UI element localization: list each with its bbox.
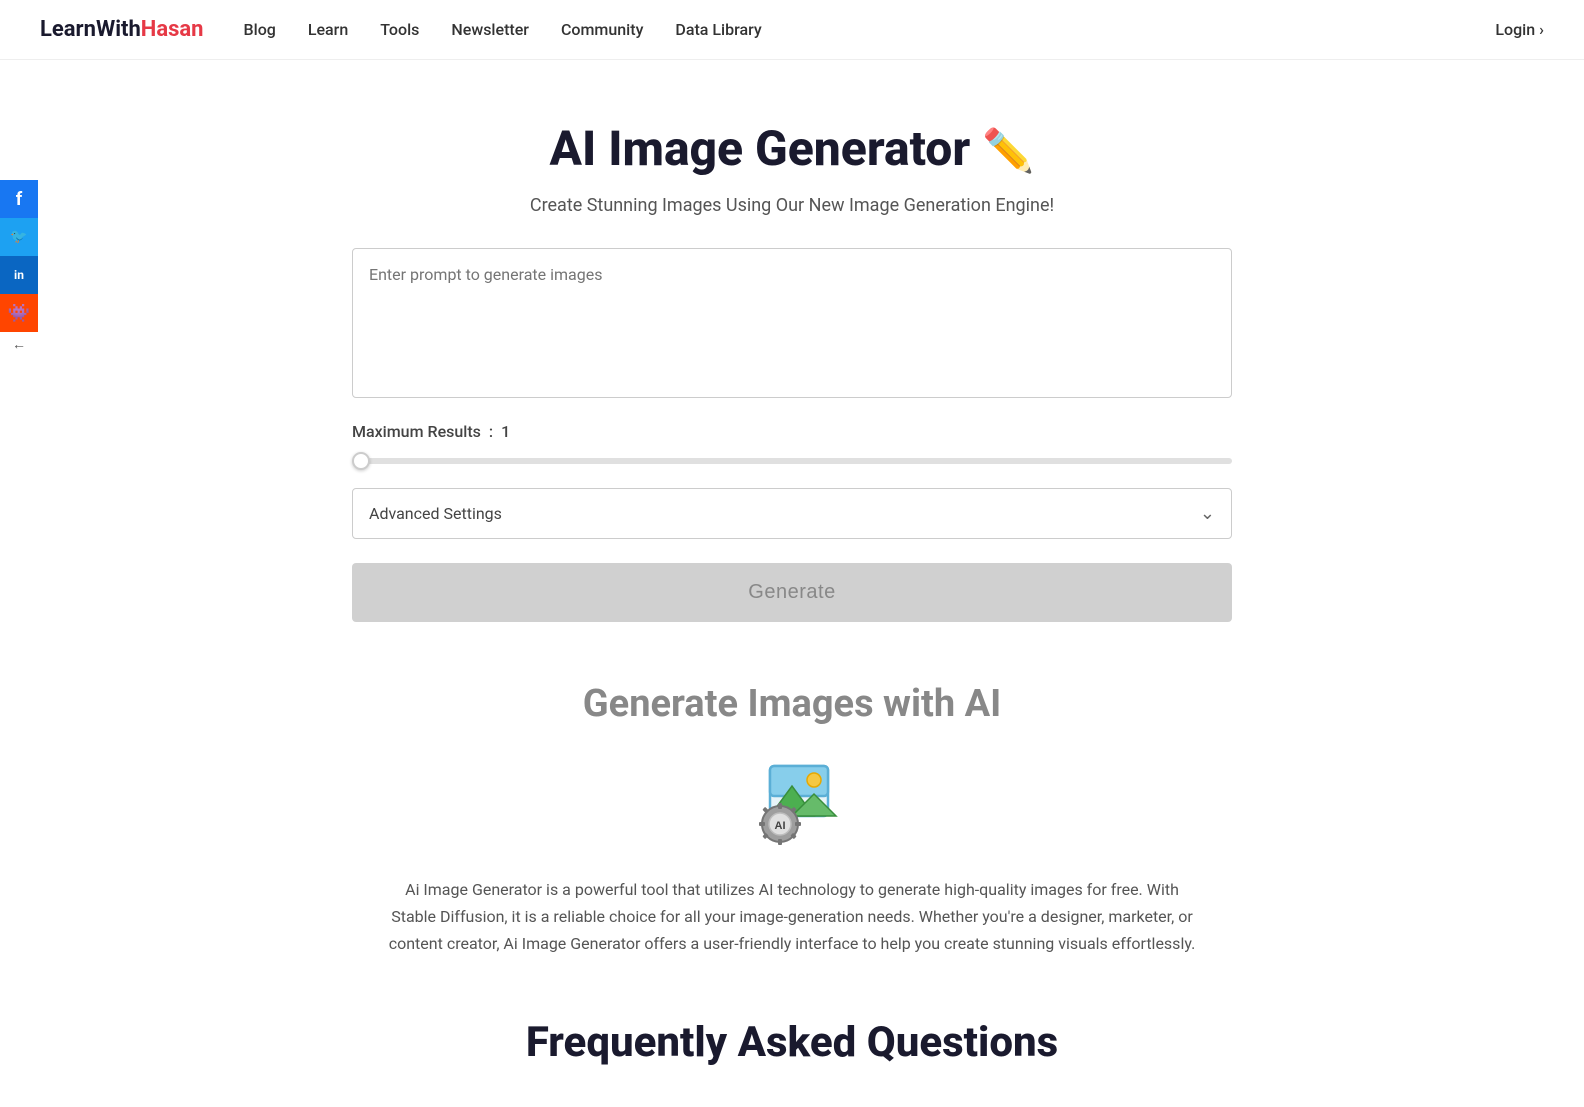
description-text: Ai Image Generator is a powerful tool th…: [382, 876, 1202, 958]
page-title: AI Image Generator ✏️: [352, 120, 1232, 177]
generate-images-title: Generate Images with AI: [352, 682, 1232, 726]
brand-learn: Learn: [40, 17, 96, 42]
linkedin-icon: in: [14, 268, 24, 282]
max-results-row: Maximum Results : 1: [352, 422, 1232, 441]
social-sidebar: f 🐦 in 👾 ←: [0, 180, 38, 356]
brand-logo[interactable]: LearnWithHasan: [40, 17, 204, 42]
generate-button[interactable]: Generate: [352, 563, 1232, 622]
brand-with: With: [96, 17, 141, 42]
generate-images-section: Generate Images with AI: [352, 682, 1232, 958]
reddit-icon: 👾: [8, 303, 30, 324]
page-title-text: AI Image Generator: [550, 120, 971, 177]
brand-hasan: Hasan: [141, 17, 204, 42]
advanced-settings-label: Advanced Settings: [369, 504, 502, 523]
pencil-icon: ✏️: [982, 127, 1034, 176]
reddit-button[interactable]: 👾: [0, 294, 38, 332]
results-slider-container: [352, 449, 1232, 468]
nav-tools[interactable]: Tools: [380, 20, 419, 39]
main-content: AI Image Generator ✏️ Create Stunning Im…: [332, 60, 1252, 1107]
twitter-button[interactable]: 🐦: [0, 218, 38, 256]
faq-title: Frequently Asked Questions: [352, 1018, 1232, 1067]
login-label: Login: [1495, 20, 1535, 39]
nav-data-library[interactable]: Data Library: [675, 20, 761, 39]
login-arrow: ›: [1539, 20, 1544, 39]
nav-newsletter[interactable]: Newsletter: [451, 20, 529, 39]
facebook-button[interactable]: f: [0, 180, 38, 218]
results-value: 1: [501, 422, 510, 441]
navbar: LearnWithHasan Blog Learn Tools Newslett…: [0, 0, 1584, 60]
linkedin-button[interactable]: in: [0, 256, 38, 294]
nav-community[interactable]: Community: [561, 20, 643, 39]
results-colon: :: [489, 422, 493, 441]
nav-links: Blog Learn Tools Newsletter Community Da…: [244, 20, 1496, 39]
advanced-settings-dropdown[interactable]: Advanced Settings ⌄: [352, 488, 1232, 539]
chevron-down-icon: ⌄: [1200, 503, 1215, 524]
page-subtitle: Create Stunning Images Using Our New Ima…: [352, 195, 1232, 216]
results-slider[interactable]: [352, 458, 1232, 464]
max-results-label: Maximum Results: [352, 422, 481, 441]
login-button[interactable]: Login ›: [1495, 20, 1544, 39]
twitter-icon: 🐦: [10, 229, 27, 245]
collapse-arrow-icon: ←: [12, 336, 26, 352]
nav-blog[interactable]: Blog: [244, 20, 276, 39]
collapse-social-button[interactable]: ←: [0, 332, 38, 356]
svg-text:AI: AI: [775, 820, 786, 832]
ai-image-icon: AI: [742, 756, 842, 846]
faq-section: Frequently Asked Questions: [352, 1018, 1232, 1067]
facebook-icon: f: [16, 189, 22, 210]
nav-learn[interactable]: Learn: [308, 20, 348, 39]
prompt-input[interactable]: [352, 248, 1232, 398]
